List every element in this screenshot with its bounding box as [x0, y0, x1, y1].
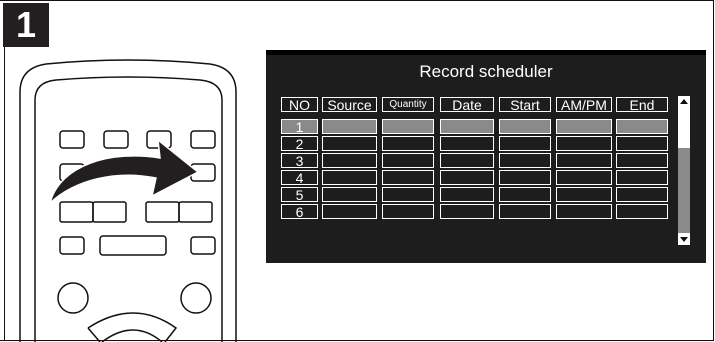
schedule-cell-ampm[interactable]	[556, 170, 612, 185]
schedule-cell-source[interactable]	[322, 136, 377, 151]
schedule-cell-ampm[interactable]	[556, 153, 612, 168]
schedule-cell-start[interactable]	[499, 187, 551, 202]
column-header-ampm: AM/PM	[556, 97, 612, 112]
schedule-cell-start[interactable]	[499, 136, 551, 151]
schedule-cell-date[interactable]	[440, 153, 494, 168]
curved-arrow-icon	[48, 138, 200, 206]
schedule-cell-source[interactable]	[322, 170, 377, 185]
schedule-cell-end[interactable]	[616, 136, 668, 151]
schedule-cell-source[interactable]	[322, 187, 377, 202]
schedule-cell-start[interactable]	[499, 153, 551, 168]
schedule-cell-end[interactable]	[616, 119, 668, 134]
schedule-cell-date[interactable]	[440, 136, 494, 151]
schedule-cell-ampm[interactable]	[556, 136, 612, 151]
column-header-quantity: Quantity	[382, 97, 434, 112]
column-header-end: End	[616, 97, 668, 112]
row-number-cell[interactable]: 4	[281, 170, 318, 185]
schedule-cell-end[interactable]	[616, 187, 668, 202]
row-number-cell[interactable]: 3	[281, 153, 318, 168]
row-number-cell[interactable]: 2	[281, 136, 318, 151]
schedule-cell-source[interactable]	[322, 204, 377, 219]
row-number-cell[interactable]: 5	[281, 187, 318, 202]
schedule-cell-start[interactable]	[499, 119, 551, 134]
step-number-badge: 1	[3, 3, 49, 47]
column-header-no: NO	[281, 97, 318, 112]
screen-top-bar	[266, 50, 706, 55]
row-number-cell[interactable]: 6	[281, 204, 318, 219]
schedule-cell-start[interactable]	[499, 204, 551, 219]
row-number-cell[interactable]: 1	[281, 119, 318, 134]
schedule-cell-quantity[interactable]	[382, 170, 434, 185]
schedule-cell-date[interactable]	[440, 187, 494, 202]
remote-control-icon	[19, 59, 237, 342]
schedule-cell-end[interactable]	[616, 170, 668, 185]
scroll-up-button[interactable]	[678, 96, 690, 108]
column-header-source: Source	[322, 97, 377, 112]
schedule-cell-start[interactable]	[499, 170, 551, 185]
schedule-cell-ampm[interactable]	[556, 204, 612, 219]
schedule-cell-end[interactable]	[616, 153, 668, 168]
schedule-cell-quantity[interactable]	[382, 204, 434, 219]
screen-title: Record scheduler	[419, 62, 553, 81]
schedule-cell-quantity[interactable]	[382, 119, 434, 134]
schedule-cell-quantity[interactable]	[382, 136, 434, 151]
column-header-date: Date	[440, 97, 494, 112]
schedule-cell-quantity[interactable]	[382, 153, 434, 168]
schedule-cell-date[interactable]	[440, 170, 494, 185]
schedule-cell-date[interactable]	[440, 119, 494, 134]
scroll-down-button[interactable]	[678, 233, 690, 245]
schedule-cell-source[interactable]	[322, 119, 377, 134]
schedule-cell-date[interactable]	[440, 204, 494, 219]
schedule-cell-quantity[interactable]	[382, 187, 434, 202]
schedule-cell-end[interactable]	[616, 204, 668, 219]
schedule-cell-ampm[interactable]	[556, 119, 612, 134]
schedule-cell-ampm[interactable]	[556, 187, 612, 202]
remote-button	[59, 130, 85, 149]
schedule-cell-source[interactable]	[322, 153, 377, 168]
triangle-down-icon	[680, 237, 688, 242]
triangle-up-icon	[680, 99, 688, 104]
column-header-start: Start	[499, 97, 551, 112]
